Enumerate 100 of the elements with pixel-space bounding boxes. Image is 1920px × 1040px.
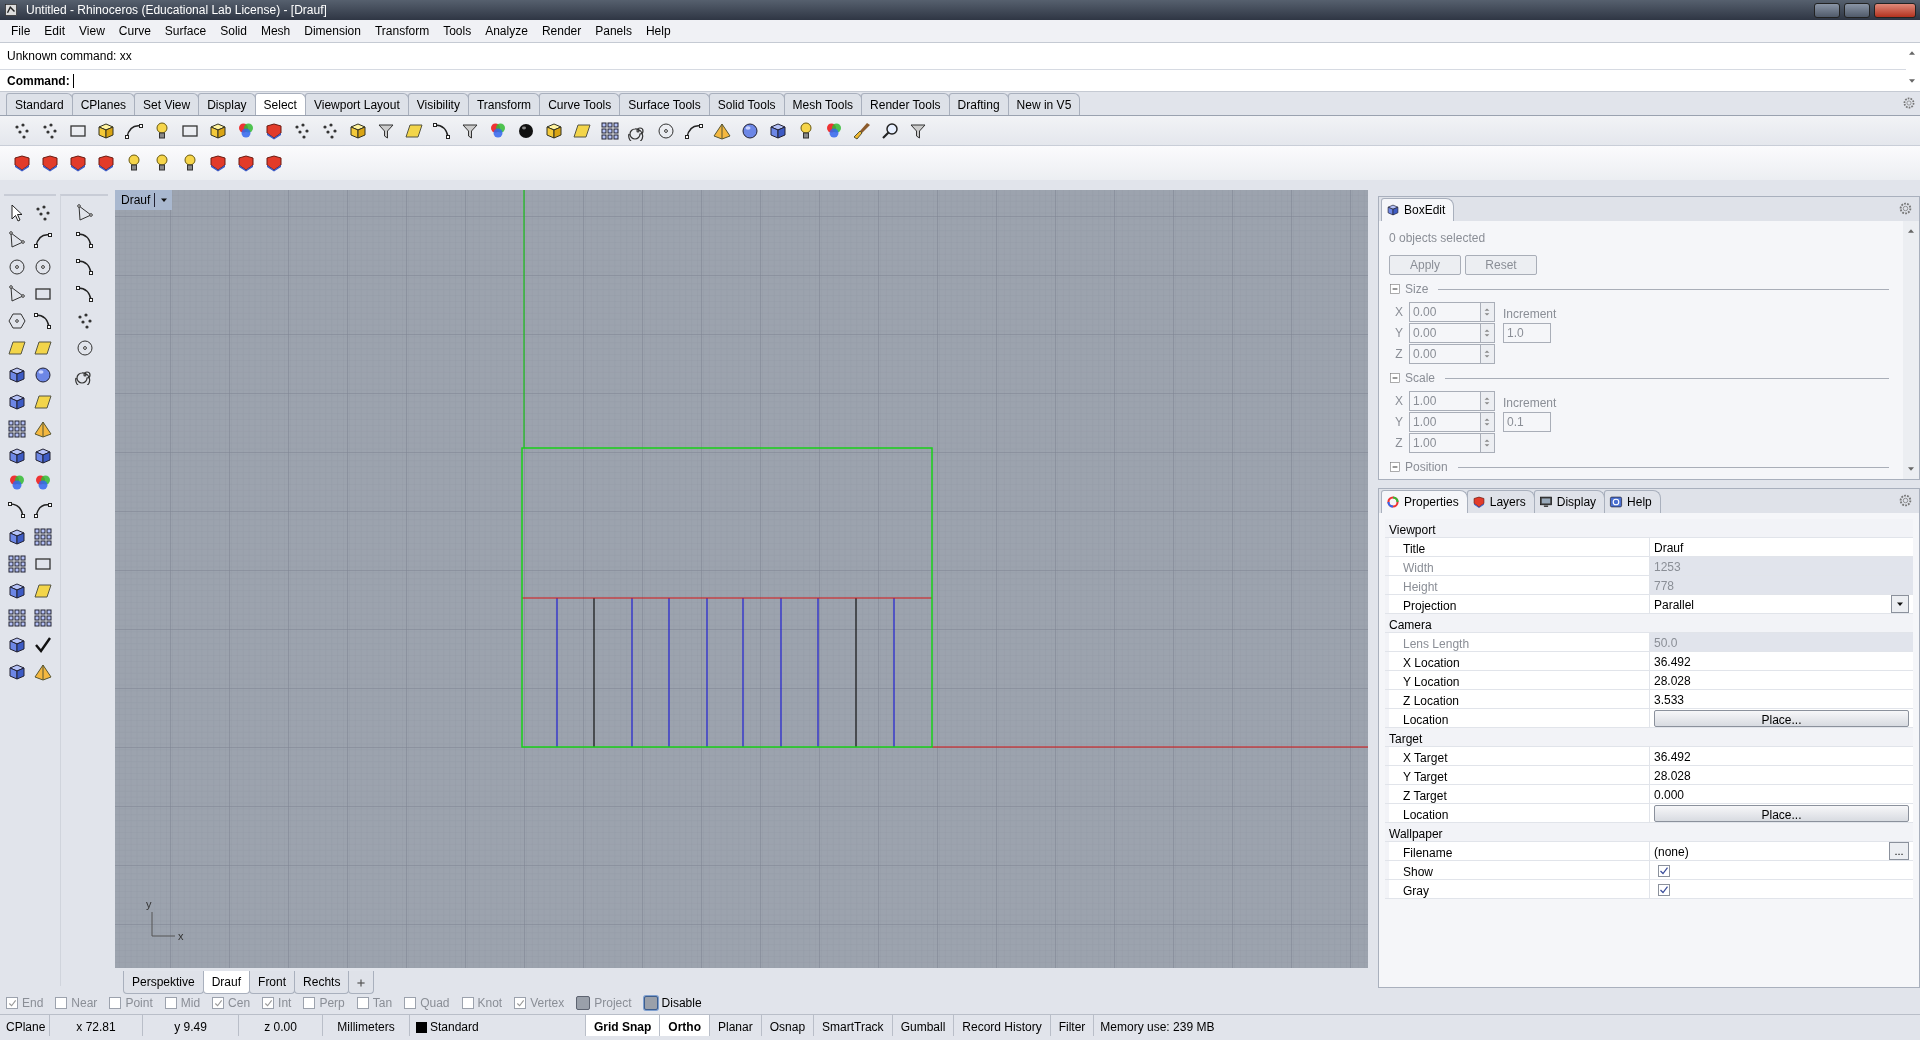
layer-icon[interactable] [68, 153, 88, 173]
checkbox[interactable] [212, 997, 225, 1009]
layer-icon[interactable] [264, 120, 284, 141]
layer-icon[interactable] [12, 153, 32, 173]
menu-item[interactable]: Render [534, 20, 589, 42]
cube-icon[interactable] [7, 662, 27, 682]
checkbox[interactable] [164, 997, 177, 1009]
curve-icon[interactable] [33, 230, 53, 250]
brush-icon[interactable] [852, 120, 872, 141]
polygon-icon[interactable] [7, 311, 27, 331]
checkbox[interactable] [514, 997, 527, 1009]
sphere-icon[interactable] [33, 365, 53, 385]
settings-icon[interactable] [1898, 201, 1913, 217]
menu-item[interactable]: Help [638, 20, 678, 42]
status-toggle[interactable]: SmartTrack [814, 1015, 893, 1036]
search-icon[interactable] [880, 120, 900, 141]
polyline-icon[interactable] [7, 230, 27, 250]
viewport-title-button[interactable]: Drauf [115, 190, 173, 210]
browse-button[interactable]: ... [1889, 842, 1909, 860]
pyramid-icon[interactable] [33, 662, 53, 682]
layer-icon[interactable] [40, 153, 60, 173]
checkbox[interactable] [1658, 865, 1670, 877]
cube-icon[interactable] [7, 527, 27, 547]
checkbox[interactable] [404, 997, 417, 1009]
toolbar-tab[interactable]: Standard [6, 93, 73, 115]
arc-icon[interactable] [7, 500, 27, 520]
cube-icon[interactable] [96, 120, 116, 141]
checkbox[interactable] [262, 997, 275, 1009]
menu-item[interactable]: Tools [436, 20, 479, 42]
circle-icon[interactable] [33, 257, 53, 277]
toolbar-tab[interactable]: Mesh Tools [783, 93, 863, 115]
cube-icon[interactable] [7, 392, 27, 412]
checkbox[interactable] [303, 997, 316, 1009]
dropdown-button[interactable] [1891, 595, 1909, 613]
toolbar-tab[interactable]: Transform [467, 93, 541, 115]
settings-icon[interactable] [1902, 95, 1916, 110]
toggle-box[interactable] [576, 996, 591, 1010]
status-toggle[interactable]: Grid Snap [586, 1015, 661, 1036]
menu-item[interactable]: File [4, 20, 38, 42]
status-toggle[interactable]: Filter [1050, 1015, 1095, 1036]
checkbox[interactable] [109, 997, 122, 1009]
surface-icon[interactable] [33, 581, 53, 601]
cube-icon[interactable] [768, 120, 788, 141]
grid-icon[interactable] [600, 120, 620, 141]
arc-icon[interactable] [33, 311, 53, 331]
status-toggle[interactable]: Ortho [660, 1015, 710, 1036]
checkbox[interactable] [6, 997, 18, 1009]
scrollbar[interactable] [1903, 221, 1919, 479]
toolbar-tab[interactable]: Solid Tools [708, 93, 785, 115]
cube-icon[interactable] [7, 365, 27, 385]
layer-icon[interactable] [96, 153, 116, 173]
checkbox[interactable] [55, 997, 68, 1009]
arc-icon[interactable] [74, 230, 95, 250]
panel-tab[interactable]: Properties [1381, 490, 1468, 513]
grid-icon[interactable] [7, 419, 27, 439]
status-toggle[interactable]: Planar [710, 1015, 762, 1036]
menu-item[interactable]: Dimension [297, 20, 368, 42]
menu-item[interactable]: Transform [367, 20, 437, 42]
arc-icon[interactable] [432, 120, 452, 141]
viewport[interactable]: y x Drauf [115, 190, 1368, 968]
checkbox[interactable] [1658, 884, 1670, 896]
cube-icon[interactable] [208, 120, 228, 141]
grid-icon[interactable] [7, 554, 27, 574]
checkbox[interactable] [356, 997, 369, 1009]
toolbar-tab[interactable]: Select [254, 93, 306, 115]
status-toggle[interactable]: Osnap [761, 1015, 815, 1036]
grid-icon[interactable] [33, 608, 53, 628]
toolbar-tab[interactable]: Display [198, 93, 256, 115]
arc-icon[interactable] [74, 284, 95, 304]
property-value[interactable]: 36.492 [1654, 653, 1691, 671]
menu-item[interactable]: Solid [213, 20, 254, 42]
polyline-icon[interactable] [74, 203, 95, 223]
menu-item[interactable]: Panels [588, 20, 639, 42]
toolbar-tab[interactable]: Drafting [948, 93, 1009, 115]
cube-icon[interactable] [7, 446, 27, 466]
surface-icon[interactable] [33, 392, 53, 412]
menu-item[interactable]: Analyze [478, 20, 535, 42]
grid-icon[interactable] [33, 527, 53, 547]
property-value[interactable]: (none) [1654, 843, 1689, 861]
toolbar-tab[interactable]: Viewport Layout [304, 93, 409, 115]
status-toggle[interactable]: Gumball [892, 1015, 955, 1036]
toolbar-tab[interactable]: New in V5 [1007, 93, 1081, 115]
checkmark-icon[interactable] [33, 635, 53, 655]
toolbar-tab[interactable]: CPlanes [71, 93, 136, 115]
checkbox[interactable] [461, 997, 474, 1009]
add-tab-button[interactable] [348, 971, 375, 994]
property-value[interactable]: Parallel [1654, 596, 1695, 614]
property-value[interactable]: 36.492 [1654, 748, 1691, 766]
grid-icon[interactable] [7, 608, 27, 628]
polyline-icon[interactable] [7, 284, 27, 304]
toolbar-tab[interactable]: Render Tools [861, 93, 950, 115]
property-value[interactable]: 3.533 [1654, 691, 1685, 709]
status-toggle[interactable]: Record History [954, 1015, 1051, 1036]
layer-icon[interactable] [236, 153, 256, 173]
surface-icon[interactable] [33, 338, 53, 358]
property-value[interactable]: 28.028 [1654, 767, 1691, 785]
curve-icon[interactable] [33, 500, 53, 520]
circle-icon[interactable] [7, 257, 27, 277]
place-button[interactable]: Place... [1654, 805, 1909, 822]
toolbar-tab[interactable]: Visibility [407, 93, 469, 115]
